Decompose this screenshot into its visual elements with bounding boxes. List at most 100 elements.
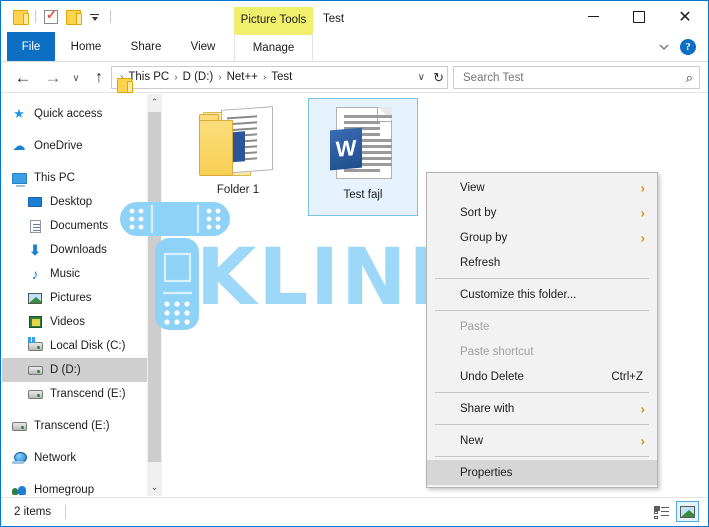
recent-locations-button[interactable]: ∨	[67, 66, 85, 90]
pictures-icon	[26, 290, 44, 306]
context-menu-item-share-with[interactable]: Share with ›	[427, 396, 657, 421]
chevron-down-icon[interactable]	[656, 40, 672, 54]
address-bar: ← → ∨ ↑ › This PC › D (D:) › Net++ › Tes…	[1, 62, 708, 93]
sidebar-item-videos[interactable]: Videos	[2, 310, 147, 334]
menu-separator	[435, 310, 649, 311]
refresh-icon[interactable]: ↻	[433, 70, 444, 86]
maximize-button[interactable]	[616, 1, 662, 32]
properties-icon[interactable]	[40, 6, 62, 28]
context-menu-item-undo-delete[interactable]: Undo Delete Ctrl+Z	[427, 364, 657, 389]
context-menu-item-sort-by[interactable]: Sort by ›	[427, 200, 657, 225]
tab-file[interactable]: File	[7, 32, 55, 61]
context-menu[interactable]: View › Sort by › Group by › Refresh Cust…	[426, 172, 658, 488]
window-title: Test	[323, 13, 345, 25]
sidebar-item-label: Downloads	[50, 244, 107, 256]
status-divider	[65, 504, 67, 519]
navigation-pane-scrollbar[interactable]: ⌃ ⌄	[147, 94, 162, 496]
folder-icon	[195, 106, 281, 180]
sidebar-item-label: Network	[34, 452, 77, 464]
up-button[interactable]: ↑	[87, 66, 111, 90]
sidebar-item-homegroup[interactable]: Homegroup	[2, 478, 147, 496]
back-button[interactable]: ←	[11, 66, 35, 90]
sidebar-item-quick-access[interactable]: ★ Quick access	[2, 102, 147, 126]
chevron-right-icon: ›	[640, 205, 645, 220]
context-menu-item-new[interactable]: New ›	[427, 428, 657, 453]
tab-share[interactable]: Share	[119, 32, 173, 61]
scrollbar-thumb[interactable]	[148, 112, 161, 462]
context-menu-item-refresh[interactable]: Refresh	[427, 250, 657, 275]
minimize-button[interactable]	[570, 1, 616, 32]
menu-item-accelerator: Ctrl+Z	[611, 370, 643, 383]
customize-dropdown-icon[interactable]	[84, 6, 106, 28]
scroll-up-button[interactable]: ⌃	[147, 94, 162, 111]
sidebar-item-transcend-e[interactable]: Transcend (E:)	[2, 414, 147, 438]
word-document-icon: W	[330, 105, 396, 185]
search-icon[interactable]: ⌕	[686, 70, 693, 86]
menu-item-label: Share with	[460, 402, 515, 415]
sidebar-item-downloads[interactable]: ⬇ Downloads	[2, 238, 147, 262]
status-bar: 2 items	[2, 497, 707, 525]
close-button[interactable]: ✕	[662, 1, 708, 32]
breadcrumb-item-1[interactable]: D (D:)	[179, 67, 218, 88]
help-icon[interactable]: ?	[680, 39, 696, 55]
monitor-icon	[10, 170, 28, 187]
search-box[interactable]: ⌕	[453, 66, 700, 89]
sidebar-item-transcend-e-child[interactable]: Transcend (E:)	[2, 382, 147, 406]
menu-item-label: New	[460, 434, 484, 447]
chevron-right-icon: ›	[640, 180, 645, 195]
chevron-right-icon: ›	[640, 433, 645, 448]
breadcrumb-item-3[interactable]: Test	[267, 67, 296, 88]
sidebar-item-label: This PC	[34, 172, 75, 184]
list-item[interactable]: W Test fajl	[308, 98, 418, 216]
sidebar-item-onedrive[interactable]: ☁ OneDrive	[2, 134, 147, 158]
homegroup-icon	[10, 482, 28, 496]
breadcrumb-dropdown-icon[interactable]: ∨	[418, 72, 425, 83]
new-folder-icon[interactable]	[62, 6, 84, 28]
star-icon: ★	[13, 106, 25, 121]
sidebar-item-label: Transcend (E:)	[50, 388, 126, 400]
navigation-pane: ★ Quick access ☁ OneDrive This PC Deskto…	[2, 94, 148, 496]
breadcrumb-item-2[interactable]: Net++	[223, 67, 262, 88]
context-menu-item-customize-this-folder[interactable]: Customize this folder...	[427, 282, 657, 307]
search-input[interactable]	[461, 67, 671, 88]
menu-separator	[435, 278, 649, 279]
sidebar-item-label: Videos	[50, 316, 85, 328]
file-explorer-window: Picture Tools Test ✕ File Home Share Vie…	[0, 0, 709, 527]
context-menu-item-group-by[interactable]: Group by ›	[427, 225, 657, 250]
menu-item-label: Undo Delete	[460, 370, 524, 383]
sidebar-item-label: Transcend (E:)	[34, 420, 110, 432]
menu-separator	[435, 392, 649, 393]
sidebar-item-pictures[interactable]: Pictures	[2, 286, 147, 310]
view-toggle-group	[650, 501, 699, 522]
tab-home[interactable]: Home	[59, 32, 113, 61]
sidebar-item-local-disk-c[interactable]: Local Disk (C:)	[2, 334, 147, 358]
cloud-icon: ☁	[12, 138, 26, 153]
sidebar-item-d-drive[interactable]: D (D:)	[2, 358, 147, 382]
sidebar-item-label: Pictures	[50, 292, 92, 304]
menu-item-label: Refresh	[460, 256, 501, 269]
sidebar-item-network[interactable]: Network	[2, 446, 147, 470]
sidebar-item-this-pc[interactable]: This PC	[2, 166, 147, 190]
sidebar-item-label: Music	[50, 268, 81, 280]
tab-view[interactable]: View	[178, 32, 228, 61]
sidebar-item-documents[interactable]: Documents	[2, 214, 147, 238]
desktop-icon	[26, 194, 44, 210]
sidebar-item-desktop[interactable]: Desktop	[2, 190, 147, 214]
menu-item-label: View	[460, 181, 485, 194]
file-name-label: Test fajl	[343, 189, 383, 201]
details-view-button[interactable]	[650, 501, 673, 522]
context-menu-item-properties[interactable]: Properties	[427, 460, 657, 485]
sidebar-item-label: OneDrive	[34, 140, 83, 152]
context-menu-item-view[interactable]: View ›	[427, 175, 657, 200]
sidebar-item-music[interactable]: ♪ Music	[2, 262, 147, 286]
list-item[interactable]: Folder 1	[183, 100, 293, 218]
scroll-down-button[interactable]: ⌄	[147, 479, 162, 496]
network-icon	[10, 450, 28, 466]
tab-manage[interactable]: Manage	[234, 32, 313, 61]
folder-icon[interactable]	[9, 6, 31, 28]
breadcrumb[interactable]: › This PC › D (D:) › Net++ › Test ∨ ↻	[111, 66, 448, 89]
context-menu-item-paste-shortcut: Paste shortcut	[427, 339, 657, 364]
large-icons-view-button[interactable]	[676, 501, 699, 522]
forward-button[interactable]: →	[41, 66, 65, 90]
ribbon-tab-bar: File Home Share View Manage ?	[1, 32, 708, 62]
